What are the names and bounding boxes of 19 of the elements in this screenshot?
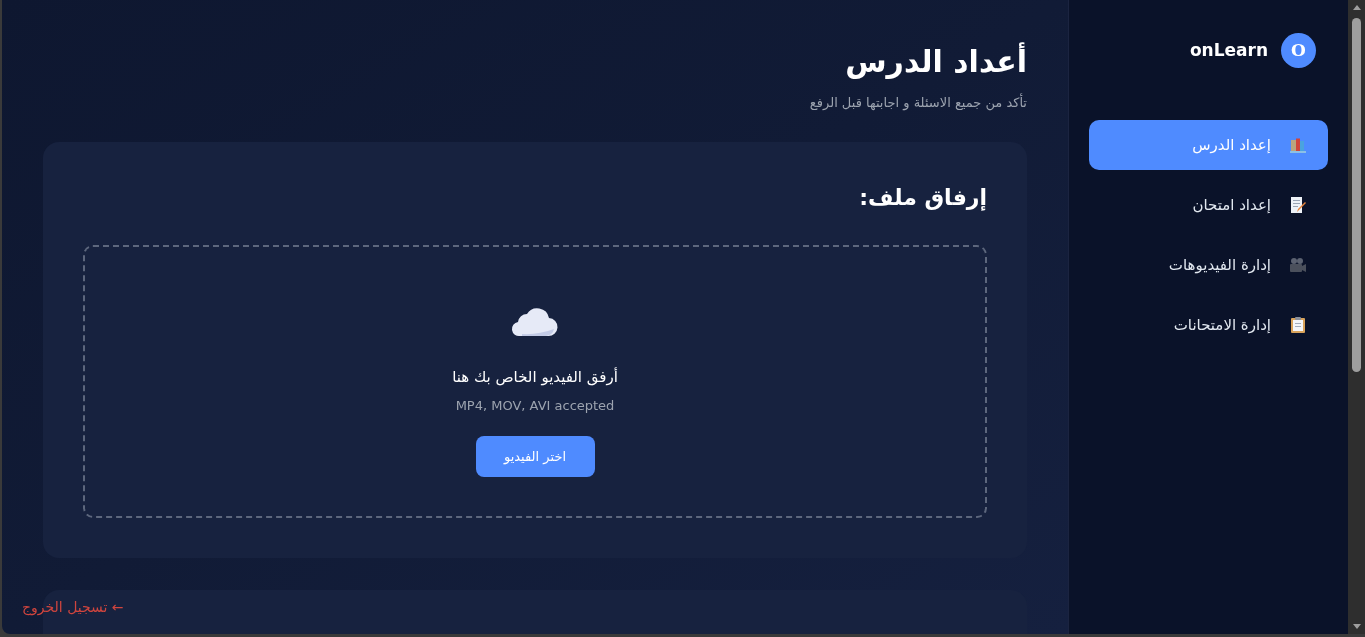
sidebar-nav-item[interactable]: إدارة الامتحانات bbox=[1089, 300, 1328, 350]
books-icon bbox=[1290, 137, 1306, 153]
cloud-icon bbox=[511, 305, 559, 337]
scrollbar[interactable] bbox=[1348, 0, 1365, 634]
accepted-formats-hint: MP4, MOV, AVI accepted bbox=[455, 397, 615, 415]
page-title: أعداد الدرس bbox=[844, 42, 1027, 81]
page-subtitle: تأكد من جميع الاسئلة و اجابتها قبل الرفع bbox=[808, 93, 1027, 113]
movie-camera-icon bbox=[1290, 257, 1306, 273]
card-title: إرفاق ملف: bbox=[858, 184, 987, 213]
clipboard-icon bbox=[1290, 317, 1306, 333]
scroll-down-icon[interactable] bbox=[1352, 624, 1361, 629]
scrollbar-thumb[interactable] bbox=[1352, 18, 1361, 372]
brand-name: onLearn bbox=[1189, 38, 1268, 62]
scroll-up-icon[interactable] bbox=[1352, 5, 1361, 10]
user-avatar: O bbox=[1281, 33, 1316, 68]
dropzone-prompt: أرفق الفيديو الخاص بك هنا bbox=[452, 366, 618, 388]
sidebar-nav-item[interactable]: إدارة الفيديوهات bbox=[1089, 240, 1328, 290]
memo-pencil-icon bbox=[1290, 197, 1306, 213]
sidebar-nav-item[interactable]: إعداد امتحان bbox=[1089, 180, 1328, 230]
